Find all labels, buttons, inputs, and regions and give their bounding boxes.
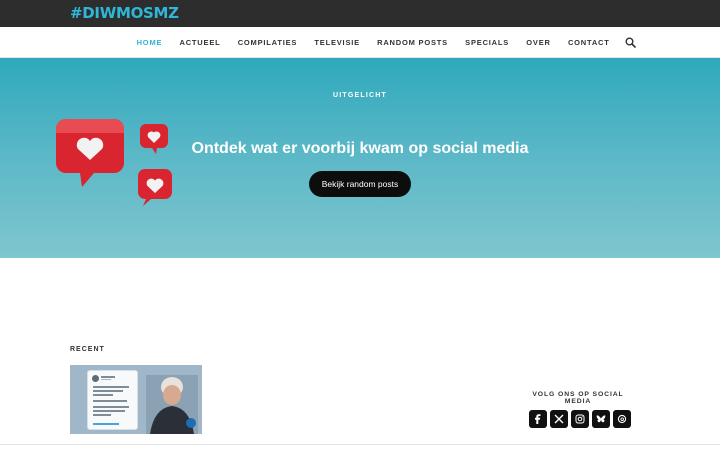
nav-item-random-posts[interactable]: RANDOM POSTS: [369, 38, 457, 47]
main-navigation: HOME ACTUEEL COMPILATIES TELEVISIE RANDO…: [0, 27, 720, 58]
medium-heart-bubble-icon: [138, 169, 172, 206]
nav-item-actueel[interactable]: ACTUEEL: [171, 38, 229, 47]
social-icons: [529, 410, 631, 428]
search-icon[interactable]: [624, 36, 638, 50]
nav-item-compilaties[interactable]: COMPILATIES: [229, 38, 306, 47]
site-logo[interactable]: #DIWMOSMZ: [70, 4, 179, 22]
recent-post-thumbnail[interactable]: [70, 365, 202, 434]
hero-title: Ontdek wat er voorbij kwam op social med…: [191, 140, 529, 157]
hero-banner: UITGELICHT Ontdek wat er voorbij kwam op…: [0, 58, 720, 258]
social-heading: VOLG ONS OP SOCIAL MEDIA: [532, 391, 624, 405]
heart-bubbles-illustration: [56, 119, 172, 206]
nav-item-over[interactable]: OVER: [518, 38, 560, 47]
person-photo: [146, 375, 198, 434]
facebook-icon[interactable]: [529, 410, 547, 428]
footer-divider: [0, 444, 720, 445]
instagram-icon[interactable]: [571, 410, 589, 428]
x-icon[interactable]: [550, 410, 568, 428]
nav-item-specials[interactable]: SPECIALS: [457, 38, 518, 47]
random-posts-button[interactable]: Bekijk random posts: [309, 171, 411, 197]
tweet-card-image: [87, 370, 138, 430]
hero-eyebrow: UITGELICHT: [333, 92, 387, 99]
nav-item-televisie[interactable]: TELEVISIE: [306, 38, 369, 47]
recent-heading: RECENT: [70, 346, 105, 353]
top-bar: #DIWMOSMZ: [0, 0, 720, 27]
nav-item-contact[interactable]: CONTACT: [559, 38, 618, 47]
threads-icon[interactable]: [613, 410, 631, 428]
nav-item-home[interactable]: HOME: [128, 38, 171, 47]
bluesky-icon[interactable]: [592, 410, 610, 428]
